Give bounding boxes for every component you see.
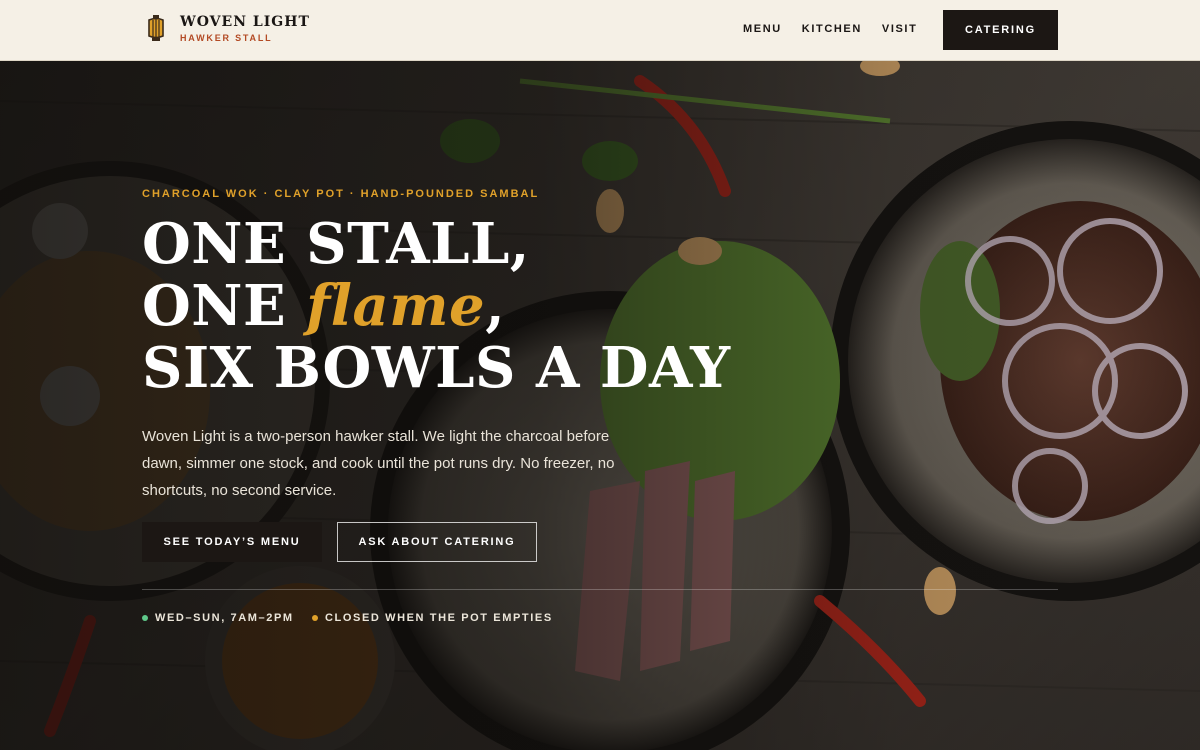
status-hours-label: WED–SUN, 7AM–2PM [155,612,294,624]
status-dot-amber [312,615,318,621]
brand[interactable]: WOVEN LIGHT HAWKER STALL [146,14,310,44]
headline-line-1: ONE STALL, [142,211,530,277]
brand-name: WOVEN LIGHT [180,14,310,30]
headline-line-2-before: ONE [142,273,307,339]
nav-item-kitchen[interactable]: KITCHEN [802,22,862,36]
ask-catering-button[interactable]: ASK ABOUT CATERING [337,522,537,562]
hero-overlay [0,61,1200,750]
nav-item-menu[interactable]: MENU [743,22,782,36]
hero-headline: ONE STALL, ONE flame, SIX BOWLS A DAY [142,213,731,399]
hero-divider [142,589,1058,590]
headline-accent-word: flame [306,273,486,339]
headline-line-2-after: , [485,273,506,339]
site-header: WOVEN LIGHT HAWKER STALL MENU KITCHEN VI… [0,0,1200,61]
status-closing-label: CLOSED WHEN THE POT EMPTIES [325,612,553,624]
status-closing: CLOSED WHEN THE POT EMPTIES [312,612,553,624]
hero-eyebrow: CHARCOAL WOK · CLAY POT · HAND-POUNDED S… [142,188,540,200]
headline-line-3: SIX BOWLS A DAY [142,335,731,401]
catering-button[interactable]: CATERING [943,10,1058,50]
brand-subtitle: HAWKER STALL [180,33,273,43]
main-nav: MENU KITCHEN VISIT [743,22,937,36]
status-hours: WED–SUN, 7AM–2PM [142,612,294,624]
brand-text: WOVEN LIGHT HAWKER STALL [180,14,310,44]
hero-section: CHARCOAL WOK · CLAY POT · HAND-POUNDED S… [0,61,1200,750]
see-menu-button[interactable]: SEE TODAY’S MENU [142,522,322,562]
lantern-icon [148,15,164,41]
hero-description: Woven Light is a two-person hawker stall… [142,428,615,499]
status-dot-green [142,615,148,621]
nav-item-visit[interactable]: VISIT [882,22,918,36]
